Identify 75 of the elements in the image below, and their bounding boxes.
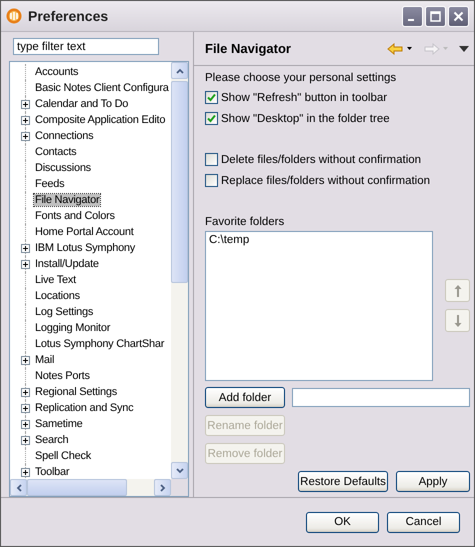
tree-item[interactable]: Sametime <box>34 418 84 430</box>
folder-path-field[interactable] <box>292 388 470 407</box>
vertical-scrollbar[interactable] <box>171 62 188 479</box>
dropdown-icon[interactable] <box>407 47 412 50</box>
chevron-left-icon[interactable] <box>16 484 22 492</box>
checkbox-label[interactable]: Delete files/folders without confirmation <box>221 154 422 166</box>
tree-item[interactable]: Mail <box>34 354 56 366</box>
close-button[interactable] <box>448 6 469 26</box>
tree-item[interactable]: Contacts <box>34 146 78 158</box>
tree-item[interactable]: Install/Update <box>34 258 100 270</box>
cancel-button[interactable]: Cancel <box>387 512 460 532</box>
view-menu-icon[interactable] <box>459 46 469 52</box>
chevron-down-icon[interactable] <box>176 468 184 474</box>
tree-item[interactable]: Log Settings <box>34 306 94 318</box>
tree-item[interactable]: Notes Ports <box>34 370 91 382</box>
apply-button[interactable]: Apply <box>396 471 470 492</box>
tree-item[interactable]: Calendar and To Do <box>34 98 130 110</box>
filter-field[interactable]: type filter text <box>13 38 159 55</box>
checkbox-label[interactable]: Replace files/folders without confirmation <box>221 174 430 186</box>
chevron-right-icon[interactable] <box>160 484 166 492</box>
tree-item[interactable]: Regional Settings <box>34 386 118 398</box>
tree-item[interactable]: Feeds <box>34 178 66 190</box>
tree-item[interactable]: Lotus Symphony ChartShar <box>34 338 166 350</box>
expand-icon[interactable] <box>21 404 30 413</box>
tree-item[interactable]: Locations <box>34 290 81 302</box>
window-title: Preferences <box>28 8 110 24</box>
add-folder-button[interactable]: Add folder <box>205 387 285 408</box>
checkbox-label[interactable]: Show "Refresh" button in toolbar <box>221 92 388 104</box>
close-icon <box>453 10 464 22</box>
checkbox[interactable] <box>205 153 218 166</box>
tree-item[interactable]: IBM Lotus Symphony <box>34 242 136 254</box>
checkbox[interactable] <box>205 91 218 104</box>
scrollbar-corner <box>171 479 188 496</box>
tree-item[interactable]: Composite Application Edito <box>34 114 166 126</box>
expand-icon[interactable] <box>21 244 30 253</box>
minimize-button[interactable] <box>402 6 423 26</box>
arrow-up-icon <box>454 284 462 298</box>
expand-icon[interactable] <box>21 420 30 429</box>
chevron-up-icon[interactable] <box>176 68 184 74</box>
section-label: Favorite folders <box>205 216 286 228</box>
tree-item[interactable]: Accounts <box>34 66 80 78</box>
app-icon <box>6 8 22 24</box>
arrow-down-icon <box>454 314 462 328</box>
tree-item[interactable]: Replication and Sync <box>34 402 134 414</box>
expand-icon[interactable] <box>21 260 30 269</box>
tree-item[interactable]: Logging Monitor <box>34 322 112 334</box>
intro-text: Please choose your personal settings <box>205 72 398 84</box>
tree-item[interactable]: Toolbar <box>34 466 70 478</box>
expand-icon[interactable] <box>21 468 30 477</box>
checkbox[interactable] <box>205 174 218 187</box>
tree-item[interactable]: Basic Notes Client Configura <box>34 82 170 94</box>
page-title: File Navigator <box>205 41 291 56</box>
tree-item[interactable]: Live Text <box>34 274 77 286</box>
list-item[interactable]: C:\temp <box>209 234 429 246</box>
checkbox[interactable] <box>205 112 218 125</box>
expand-icon[interactable] <box>21 436 30 445</box>
restore-defaults-button[interactable]: Restore Defaults <box>298 471 388 492</box>
tree-item[interactable]: Home Portal Account <box>34 226 135 238</box>
maximize-button[interactable] <box>425 6 446 26</box>
maximize-icon <box>430 10 441 22</box>
expand-icon[interactable] <box>21 116 30 125</box>
checkbox-label[interactable]: Show "Desktop" in the folder tree <box>221 112 390 124</box>
tree-item[interactable]: File Navigator <box>34 194 100 206</box>
expand-icon[interactable] <box>21 356 30 365</box>
ok-button[interactable]: OK <box>306 512 379 532</box>
horizontal-scrollbar[interactable] <box>10 479 188 496</box>
expand-icon[interactable] <box>21 132 30 141</box>
tree-item[interactable]: Connections <box>34 130 94 142</box>
expand-icon[interactable] <box>21 388 30 397</box>
expand-icon[interactable] <box>21 100 30 109</box>
minimize-icon <box>408 19 414 21</box>
tree-item[interactable]: Fonts and Colors <box>34 210 116 222</box>
tree-item[interactable]: Spell Check <box>34 450 92 462</box>
tree-item[interactable]: Discussions <box>34 162 92 174</box>
tree-item[interactable]: Search <box>34 434 70 446</box>
